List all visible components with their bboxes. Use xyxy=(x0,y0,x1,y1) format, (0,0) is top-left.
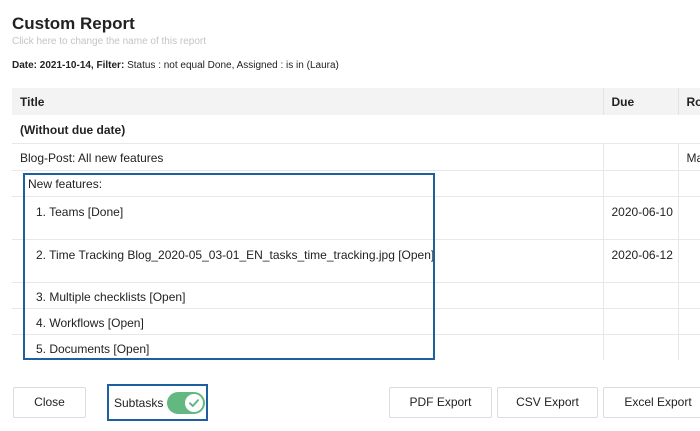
task-due xyxy=(602,169,678,196)
section-label: New features: xyxy=(12,169,603,196)
subtask-due xyxy=(602,333,678,360)
column-header-title[interactable]: Title xyxy=(12,88,603,115)
close-button[interactable]: Close xyxy=(13,387,86,418)
filter-date: Date: 2021-10-14, Filter: xyxy=(12,60,125,71)
subtasks-label: Subtasks xyxy=(114,396,164,410)
table-row[interactable]: 3. Multiple checklists [Open] xyxy=(12,281,700,308)
subtask-title: 2. Time Tracking Blog_2020-05_03-01_EN_t… xyxy=(12,238,603,282)
subtask-title: 4. Workflows [Open] xyxy=(12,307,603,334)
task-extra xyxy=(677,238,700,282)
subtask-title: 5. Documents [Open] xyxy=(12,333,603,360)
report-table: Title Due Ro (Without due date) Blog-Pos… xyxy=(12,88,700,360)
column-header-extra[interactable]: Ro xyxy=(677,88,700,115)
table-header-row: Title Due Ro xyxy=(12,88,700,115)
check-icon xyxy=(189,399,199,407)
subtask-due xyxy=(602,307,678,334)
subtasks-toggle[interactable] xyxy=(167,392,205,414)
subtask-due: 2020-06-12 xyxy=(602,238,678,282)
excel-export-button[interactable]: Excel Export xyxy=(603,387,700,418)
subtask-due xyxy=(602,281,678,308)
group-label: (Without due date) xyxy=(20,123,126,137)
table-row[interactable]: 5. Documents [Open] xyxy=(12,333,700,360)
task-title: Blog-Post: All new features xyxy=(12,142,603,170)
subtask-due: 2020-06-10 xyxy=(602,195,678,239)
csv-export-button[interactable]: CSV Export xyxy=(497,387,598,418)
filter-summary: Date: 2021-10-14, Filter: Status : not e… xyxy=(12,60,339,71)
table-row[interactable]: Blog-Post: All new features Ma xyxy=(12,142,700,170)
filter-criteria: Status : not equal Done, Assigned : is i… xyxy=(127,60,339,71)
report-title[interactable]: Custom Report xyxy=(12,14,135,34)
task-extra: Ma xyxy=(677,142,700,170)
subtask-title: 3. Multiple checklists [Open] xyxy=(12,281,603,308)
rename-report-hint[interactable]: Click here to change the name of this re… xyxy=(12,36,206,47)
table-row[interactable]: 4. Workflows [Open] xyxy=(12,307,700,334)
task-extra xyxy=(677,169,700,196)
task-due xyxy=(602,142,678,170)
group-row: (Without due date) xyxy=(12,115,700,143)
pdf-export-button[interactable]: PDF Export xyxy=(389,387,492,418)
report-table-container: Title Due Ro (Without due date) Blog-Pos… xyxy=(12,88,700,360)
column-header-due[interactable]: Due xyxy=(602,88,678,115)
task-extra xyxy=(677,195,700,239)
toggle-knob xyxy=(185,394,203,412)
table-row[interactable]: 1. Teams [Done] 2020-06-10 xyxy=(12,195,700,239)
task-extra xyxy=(677,281,700,308)
subtask-title: 1. Teams [Done] xyxy=(12,195,603,239)
table-row[interactable]: 2. Time Tracking Blog_2020-05_03-01_EN_t… xyxy=(12,238,700,282)
table-row: New features: xyxy=(12,169,700,196)
subtasks-toggle-group: Subtasks xyxy=(107,384,208,421)
task-extra xyxy=(677,333,700,360)
task-extra xyxy=(677,307,700,334)
